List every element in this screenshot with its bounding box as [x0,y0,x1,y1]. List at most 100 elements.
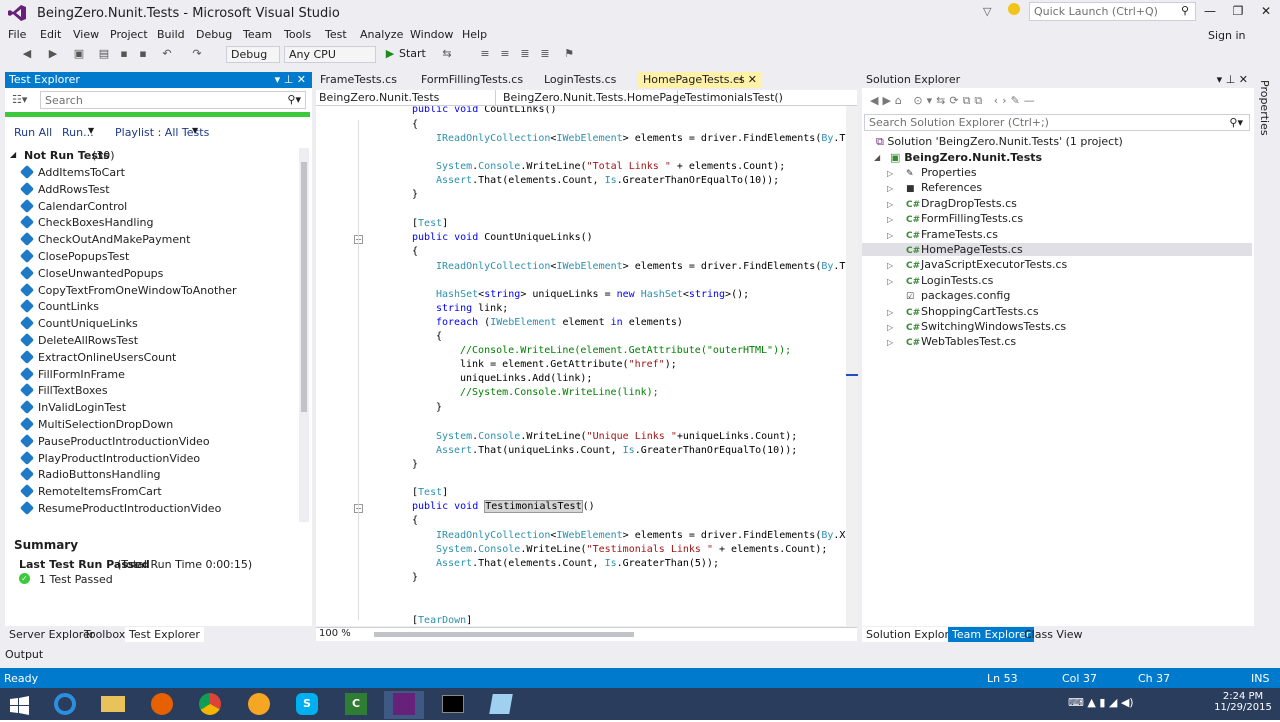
test-list-item[interactable]: PauseProductIntroductionVideo [19,433,210,448]
solution-item[interactable]: ☑ packages.config [906,289,1010,302]
code-editor[interactable]: public void CountLinks() { IReadOnlyColl… [316,106,858,626]
test-list-item[interactable]: FillFormInFrame [19,366,125,381]
solution-item[interactable]: C#DragDropTests.cs [906,197,1017,210]
project-node[interactable]: ▣ BeingZero.Nunit.Tests [890,151,1042,164]
start-icon[interactable]: ▶ [383,47,397,61]
expand-arrow-icon[interactable]: ▷ [887,200,893,209]
editor-horizontal-scrollbar[interactable] [374,632,634,637]
sign-in-link[interactable]: Sign in [1208,29,1246,42]
uncomment-icon[interactable]: ≣ [538,47,552,61]
bookmark-icon[interactable]: ⚑ [562,47,576,61]
close-pane-icon[interactable]: ▾ ⊥ ✕ [275,73,306,86]
menu-debug[interactable]: Debug [196,28,232,41]
file-explorer-icon[interactable] [93,691,133,719]
filter-icon[interactable]: ▽ [983,5,991,18]
menu-file[interactable]: File [8,28,26,41]
tab-frametests[interactable]: FrameTests.cs [314,72,403,88]
back-icon[interactable]: ◀ [20,47,34,61]
chevron-down-icon[interactable]: ▼ [88,126,94,135]
expand-arrow-icon[interactable]: ▷ [887,323,893,332]
menu-view[interactable]: View [73,28,99,41]
tab-test-explorer[interactable]: Test Explorer [125,627,204,642]
test-list-item[interactable]: MultiSelectionDropDown [19,416,173,432]
member-nav-select[interactable]: TestimonialsTest() [682,90,856,105]
expand-arrow-icon[interactable]: ▷ [887,308,893,317]
test-list-item[interactable]: ClosePopupsTest [19,248,129,264]
test-list-item[interactable]: RemoteItemsFromCart [19,484,162,499]
expand-arrow-icon[interactable]: ▷ [887,215,893,224]
start-button-icon[interactable] [0,691,40,719]
outdent-icon[interactable]: ≡ [498,47,512,61]
solution-toolbar-icons[interactable]: ◀▶⌂ ⊙▾⇆⟳⧉⧉ ‹›✎— [870,94,1039,108]
test-list-item[interactable]: ExtractOnlineUsersCount [19,349,176,364]
menu-window[interactable]: Window [410,28,453,41]
save-icon[interactable]: ▪ [117,47,131,61]
expand-arrow-icon[interactable]: ▷ [887,261,893,270]
solution-item[interactable]: ✎ Properties [906,166,977,179]
comment-icon[interactable]: ≣ [518,47,532,61]
minimize-button[interactable]: — [1199,4,1221,20]
passed-count[interactable]: 1 Test Passed [39,573,113,586]
camtasia-icon[interactable]: C [336,691,376,719]
test-list-item[interactable]: FillTextBoxes [19,383,108,398]
save-all-icon[interactable]: ▪ [136,47,150,61]
tab-toolbox[interactable]: Toolbox [80,627,129,642]
test-list-item[interactable]: AddRowsTest [19,181,110,196]
solution-item[interactable]: C#FrameTests.cs [906,228,998,241]
expand-arrow-icon[interactable]: ▷ [887,338,893,347]
run-all-link[interactable]: Run All [14,126,52,139]
solution-item[interactable]: C#WebTablesTest.cs [906,335,1016,348]
expand-arrow-icon[interactable]: ▷ [887,169,893,178]
close-pane-icon[interactable]: ▾ ⊥ ✕ [1217,73,1248,86]
quick-launch-input[interactable]: Quick Launch (Ctrl+Q) [1029,2,1196,21]
test-list-scrollbar[interactable] [299,148,309,522]
group-by-icon[interactable]: ☷▾ [12,93,27,106]
solution-item[interactable]: ■ References [906,181,982,194]
new-project-icon[interactable]: ▣ [72,47,86,61]
test-list-item[interactable]: RadioButtonsHandling [19,467,161,482]
toolbar-tool-icon[interactable]: ⇆ [440,47,454,61]
close-button[interactable]: ✕ [1255,4,1277,20]
feedback-smiley-icon[interactable] [1008,3,1020,15]
indent-icon[interactable]: ≡ [478,47,492,61]
visual-studio-taskbar-icon[interactable] [384,691,424,719]
expand-arrow-icon[interactable]: ▷ [887,231,893,240]
app-circle-icon[interactable] [239,691,279,719]
editor-vertical-scrollbar[interactable] [846,106,858,626]
test-list-item[interactable]: CheckOutAndMakePayment [19,232,190,247]
tab-formfillingtests[interactable]: FormFillingTests.cs [415,72,529,88]
test-list-item[interactable]: ResumeProductIntroductionVideo [19,500,221,516]
solution-node[interactable]: ⧉ Solution 'BeingZero.Nunit.Tests' (1 pr… [876,135,1123,149]
taskbar-clock[interactable]: 2:24 PM 11/29/2015 [1210,691,1276,713]
chrome-icon[interactable] [190,691,230,719]
solution-search-input[interactable]: Search Solution Explorer (Ctrl+;) ⚲▾ [864,114,1250,131]
test-search-input[interactable]: Search ⚲▾ [40,91,306,109]
close-tab-icon[interactable]: ✕ [748,73,757,86]
open-file-icon[interactable]: ▤ [97,47,111,61]
tab-logintests[interactable]: LoginTests.cs [538,72,622,88]
expand-arrow-icon[interactable]: ◢ [874,153,880,162]
expand-arrow-icon[interactable]: ▷ [887,184,893,193]
redo-icon[interactable]: ↷ [190,47,204,61]
tab-homepagetests[interactable]: HomePageTests.cs ⊣ ✕ [637,72,761,88]
notepad-icon[interactable] [481,691,521,719]
properties-side-tab[interactable] [1256,72,1280,626]
solution-item[interactable]: C#SwitchingWindowsTests.cs [906,320,1066,333]
maximize-button[interactable]: ❐ [1227,4,1249,20]
firefox-icon[interactable] [142,691,182,719]
zoom-level-select[interactable]: 100 % [319,628,351,639]
solution-item[interactable]: C#FormFillingTests.cs [906,212,1023,225]
skype-icon[interactable]: S [287,691,327,719]
test-list-item[interactable]: InValidLoginTest [19,400,126,415]
menu-project[interactable]: Project [110,28,148,41]
properties-tab-label[interactable]: Properties [1258,80,1271,136]
menu-test[interactable]: Test [325,28,347,41]
test-list-item[interactable]: DeleteAllRowsTest [19,332,138,348]
menu-analyze[interactable]: Analyze [360,28,403,41]
test-list-item[interactable]: PlayProductIntroductionVideo [19,450,200,465]
forward-icon[interactable]: ▶ [46,47,60,61]
solution-item[interactable]: C#LoginTests.cs [906,274,993,287]
solution-item[interactable]: C#HomePageTests.cs [862,243,1252,256]
command-prompt-icon[interactable] [433,691,473,719]
solution-item[interactable]: C#ShoppingCartTests.cs [906,305,1039,318]
